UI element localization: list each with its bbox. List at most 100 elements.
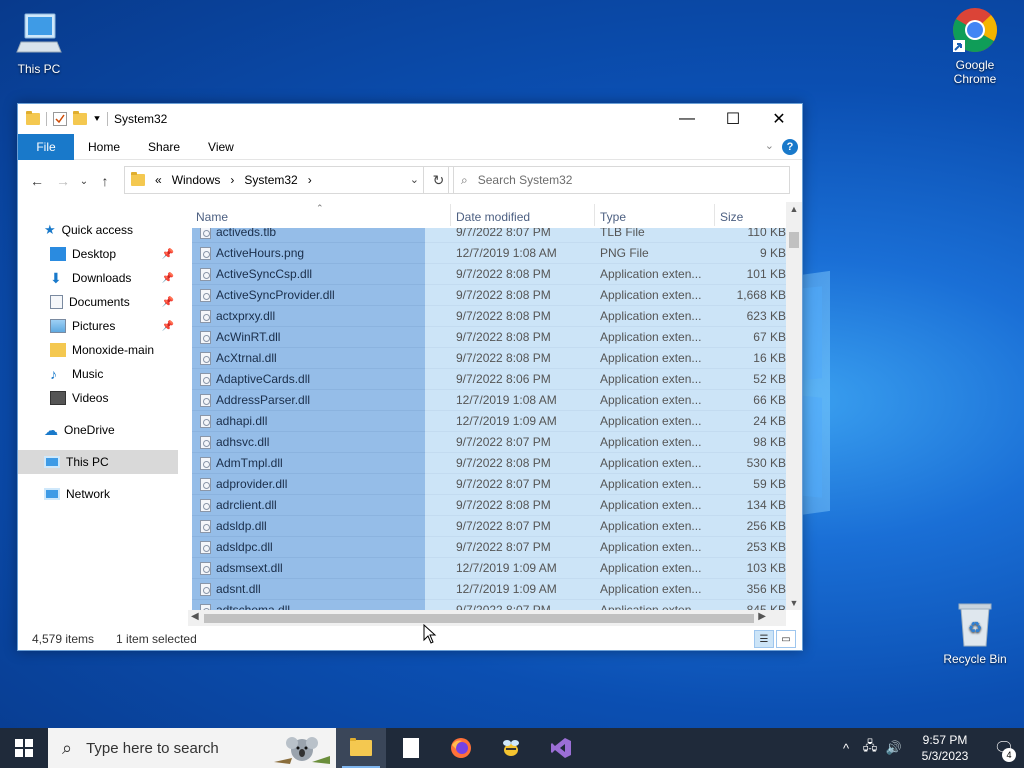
breadcrumb-system32[interactable]: System32 (244, 173, 297, 187)
file-row[interactable]: ActiveHours.png 12/7/2019 1:08 AM PNG File… (188, 243, 786, 264)
file-row[interactable]: ActiveSyncCsp.dll 9/7/2022 8:08 PM Applica… (188, 264, 786, 285)
search-input[interactable] (477, 173, 758, 187)
minimize-button[interactable]: — (664, 104, 710, 134)
vertical-scrollbar[interactable]: ▲ ▼ (786, 202, 802, 610)
nav-label: Videos (72, 391, 109, 405)
file-row[interactable]: AcWinRT.dll 9/7/2022 8:08 PM Application e… (188, 327, 786, 348)
chevron-up-icon[interactable]: ^ (834, 741, 858, 756)
tab-view[interactable]: View (194, 134, 248, 160)
maximize-button[interactable]: ☐ (710, 104, 756, 134)
pin-icon[interactable]: 📌 (162, 249, 174, 260)
taskbar-search[interactable]: ⌕ (48, 728, 336, 768)
column-header-date[interactable]: Date modified (456, 210, 530, 224)
file-icon (200, 583, 211, 596)
horizontal-scrollbar[interactable]: ◀ ▶ (188, 610, 786, 626)
scroll-thumb[interactable] (204, 614, 754, 623)
file-row[interactable]: adprovider.dll 9/7/2022 8:07 PM Applicatio… (188, 474, 786, 495)
nav-pictures[interactable]: Pictures 📌 (18, 314, 178, 338)
scroll-right-icon[interactable]: ▶ (758, 611, 766, 622)
taskbar-app-bee[interactable] (486, 728, 536, 768)
tab-home[interactable]: Home (74, 134, 134, 160)
file-row[interactable]: AcXtrnal.dll 9/7/2022 8:08 PM Application … (188, 348, 786, 369)
column-header-type[interactable]: Type (600, 210, 626, 224)
new-folder-icon[interactable] (73, 111, 87, 125)
nav-onedrive[interactable]: ☁ OneDrive (18, 418, 178, 442)
scroll-left-icon[interactable]: ◀ (191, 611, 199, 622)
file-row[interactable]: adsmsext.dll 12/7/2019 1:09 AM Application… (188, 558, 786, 579)
taskbar-notepad[interactable] (386, 728, 436, 768)
pin-icon[interactable]: 📌 (162, 321, 174, 332)
taskbar-firefox[interactable] (436, 728, 486, 768)
file-icon (200, 228, 211, 239)
details-view-icon[interactable]: ☰ (754, 630, 774, 648)
file-row[interactable]: activeds.tlb 9/7/2022 8:07 PM TLB File 110 … (188, 228, 786, 243)
nav-videos[interactable]: Videos (18, 386, 178, 410)
column-header-name[interactable]: Name (196, 210, 228, 224)
file-date: 9/7/2022 8:06 PM (456, 372, 551, 386)
chevron-right-icon[interactable]: › (230, 173, 234, 187)
file-name: AcXtrnal.dll (216, 351, 277, 365)
nav-monoxide-main[interactable]: Monoxide-main (18, 338, 178, 362)
help-icon[interactable]: ? (782, 139, 798, 155)
file-row[interactable]: adtschema.dll 9/7/2022 8:07 PM Application… (188, 600, 786, 610)
action-center-button[interactable]: 🗨 4 (984, 728, 1024, 768)
taskbar-search-input[interactable] (86, 739, 257, 757)
pin-icon[interactable]: 📌 (162, 273, 174, 284)
recent-locations-button[interactable]: ⌄ (76, 168, 92, 194)
file-size: 101 KB (746, 267, 786, 281)
large-icons-view-icon[interactable]: ▭ (776, 630, 796, 648)
forward-button[interactable]: → (50, 168, 76, 194)
file-row[interactable]: adrclient.dll 9/7/2022 8:08 PM Application… (188, 495, 786, 516)
desktop-icon-this-pc[interactable]: This PC (2, 10, 76, 76)
file-date: 9/7/2022 8:08 PM (456, 309, 551, 323)
up-button[interactable]: ↑ (92, 168, 118, 194)
file-row[interactable]: adsldpc.dll 9/7/2022 8:07 PM Application e… (188, 537, 786, 558)
nav-quick-access[interactable]: ★ Quick access (18, 218, 178, 242)
nav-music[interactable]: ♪ Music (18, 362, 178, 386)
file-type: Application exten... (600, 519, 702, 533)
taskbar-visual-studio[interactable] (536, 728, 586, 768)
taskbar-file-explorer[interactable] (336, 728, 386, 768)
customize-toolbar-icon[interactable]: ⯆ (93, 114, 101, 125)
pin-icon[interactable]: 📌 (162, 297, 174, 308)
scroll-up-icon[interactable]: ▲ (786, 204, 802, 214)
volume-icon[interactable]: 🔊 (882, 740, 906, 756)
nav-desktop[interactable]: Desktop 📌 (18, 242, 178, 266)
address-dropdown-icon[interactable]: ⌄ (410, 173, 419, 186)
column-header-size[interactable]: Size (720, 210, 743, 224)
file-row[interactable]: AdaptiveCards.dll 9/7/2022 8:06 PM Applica… (188, 369, 786, 390)
desktop-icon-chrome[interactable]: Google Chrome (938, 6, 1012, 86)
file-icon (200, 562, 211, 575)
scroll-down-icon[interactable]: ▼ (786, 598, 802, 608)
start-button[interactable] (0, 728, 48, 768)
file-row[interactable]: actxprxy.dll 9/7/2022 8:08 PM Application … (188, 306, 786, 327)
breadcrumb-windows[interactable]: Windows (172, 173, 221, 187)
clock[interactable]: 9:57 PM 5/3/2023 (906, 732, 984, 764)
nav-this-pc[interactable]: This PC (18, 450, 178, 474)
properties-icon[interactable] (53, 112, 67, 126)
search-box[interactable]: ⌕ (448, 166, 790, 194)
back-button[interactable]: ← (24, 168, 50, 194)
file-size: 52 KB (753, 372, 786, 386)
nav-downloads[interactable]: ⬇ Downloads 📌 (18, 266, 178, 290)
file-row[interactable]: AddressParser.dll 12/7/2019 1:08 AM Applic… (188, 390, 786, 411)
file-row[interactable]: adsnt.dll 12/7/2019 1:09 AM Application ex… (188, 579, 786, 600)
file-row[interactable]: ActiveSyncProvider.dll 9/7/2022 8:08 PM Ap… (188, 285, 786, 306)
expand-ribbon-icon[interactable]: ⌄ (765, 139, 774, 152)
tab-share[interactable]: Share (134, 134, 194, 160)
file-row[interactable]: AdmTmpl.dll 9/7/2022 8:08 PM Application e… (188, 453, 786, 474)
scroll-thumb[interactable] (789, 232, 799, 248)
tab-file[interactable]: File (18, 133, 74, 160)
file-row[interactable]: adhapi.dll 12/7/2019 1:09 AM Application e… (188, 411, 786, 432)
file-icon (200, 520, 211, 533)
close-button[interactable]: ✕ (756, 104, 802, 134)
file-row[interactable]: adhsvc.dll 9/7/2022 8:07 PM Application ex… (188, 432, 786, 453)
chevron-right-icon[interactable]: › (308, 173, 312, 187)
nav-documents[interactable]: Documents 📌 (18, 290, 178, 314)
file-row[interactable]: adsldp.dll 9/7/2022 8:07 PM Application ex… (188, 516, 786, 537)
breadcrumb-overflow[interactable]: « (155, 173, 162, 187)
network-icon[interactable]: 🖧 (858, 737, 882, 759)
address-bar[interactable]: « Windows › System32 › ⌄ ↻ (124, 166, 454, 194)
nav-network[interactable]: Network (18, 482, 178, 506)
desktop-icon-recycle-bin[interactable]: ♻ Recycle Bin (938, 600, 1012, 666)
